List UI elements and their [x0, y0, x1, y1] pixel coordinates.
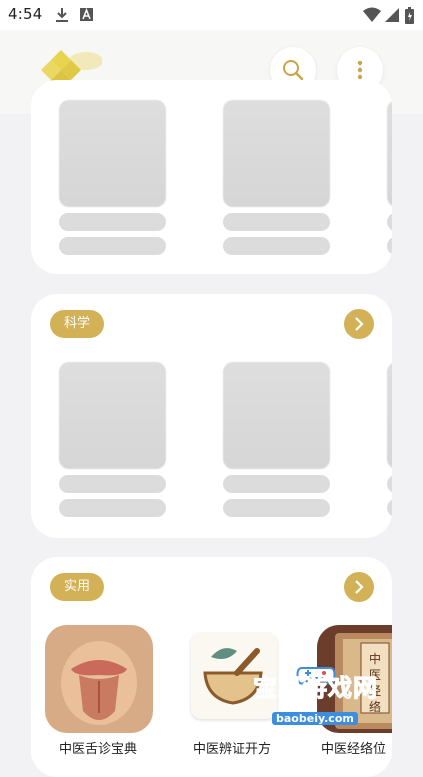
- more-vertical-icon: [357, 60, 363, 80]
- placeholder-line: [387, 475, 392, 493]
- placeholder-line: [59, 475, 166, 493]
- app-name: 中医经络位: [321, 742, 387, 757]
- placeholder-line: [59, 213, 166, 231]
- placeholder-line: [223, 499, 330, 517]
- tongue-icon: [61, 641, 137, 725]
- app-name: 中医辨证开方: [193, 742, 272, 757]
- watermark-text: 宝贝游戏网: [253, 674, 378, 703]
- placeholder-image: [223, 100, 330, 207]
- placeholder-line: [223, 213, 330, 231]
- placeholder-line: [223, 237, 330, 255]
- section-tag-science[interactable]: 科学: [50, 310, 105, 338]
- section-more-button[interactable]: [344, 572, 374, 602]
- cell-signal-icon: [385, 8, 399, 22]
- placeholder-line: [223, 475, 330, 493]
- placeholder-line: [59, 237, 166, 255]
- battery-icon: [405, 7, 414, 24]
- section-more-button[interactable]: [344, 309, 374, 339]
- watermark: 宝贝游戏网 baobeiy.com: [222, 662, 392, 734]
- placeholder-image: [223, 362, 330, 469]
- app-tongue-diagnosis[interactable]: [45, 625, 153, 733]
- status-time: 4:54: [8, 5, 43, 23]
- section-card-science: 科学: [31, 294, 392, 538]
- text-a-icon: [80, 7, 93, 21]
- section-card-loading: [31, 80, 392, 274]
- placeholder-image: [387, 100, 392, 207]
- placeholder-line: [387, 237, 392, 255]
- status-bar: 4:54: [0, 0, 423, 30]
- watermark-url: baobeiy.com: [272, 712, 358, 725]
- chevron-right-icon: [355, 580, 364, 594]
- placeholder-line: [59, 499, 166, 517]
- placeholder-line: [387, 213, 392, 231]
- app-name: 中医舌诊宝典: [59, 742, 138, 757]
- wifi-icon: [363, 7, 381, 22]
- chevron-right-icon: [355, 317, 364, 331]
- placeholder-image: [387, 362, 392, 469]
- search-icon: [283, 60, 304, 81]
- placeholder-image: [59, 100, 166, 207]
- section-tag-practical[interactable]: 实用: [50, 573, 105, 601]
- download-icon: [56, 8, 68, 22]
- placeholder-line: [387, 499, 392, 517]
- placeholder-image: [59, 362, 166, 469]
